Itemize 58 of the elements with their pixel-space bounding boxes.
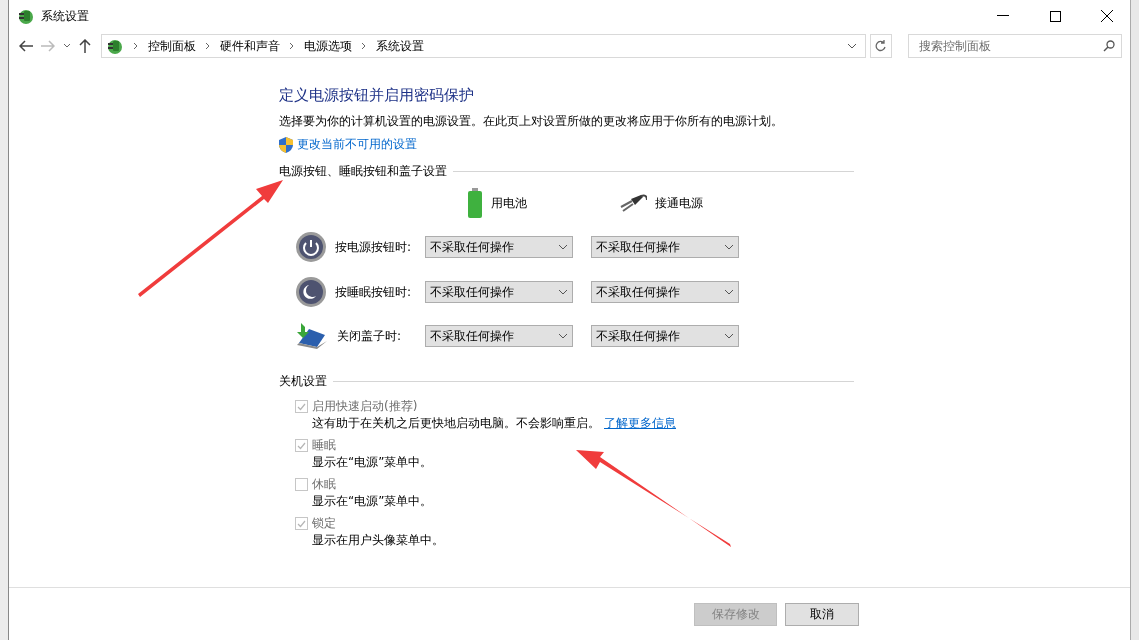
- dropdown-icon[interactable]: [847, 43, 857, 49]
- chevron-down-icon: [558, 244, 568, 250]
- maximize-icon: [1049, 10, 1061, 22]
- power-icon: [295, 231, 327, 263]
- page-description: 选择要为你的计算机设置的电源设置。在此页上对设置所做的更改将应用于你所有的电源计划。: [279, 113, 784, 130]
- breadcrumb-item[interactable]: 硬件和声音: [220, 37, 280, 55]
- option-description: 显示在“电源”菜单中。: [312, 493, 433, 510]
- column-header: 用电池: [491, 194, 527, 212]
- chevron-right-icon: [204, 42, 212, 50]
- chevron-right-icon: [132, 42, 140, 50]
- search-field[interactable]: 搜索控制面板: [908, 34, 1122, 58]
- chevron-down-icon: [724, 333, 734, 339]
- chevron-down-icon: [558, 289, 568, 295]
- chevron-down-icon: [724, 244, 734, 250]
- option-label: 睡眠: [312, 437, 336, 454]
- minimize-icon: [997, 15, 1009, 17]
- breadcrumb-item[interactable]: 电源选项: [304, 37, 352, 55]
- option-label: 启用快速启动(推荐): [312, 398, 418, 415]
- setting-label: 关闭盖子时:: [337, 327, 402, 345]
- option-description: 显示在“电源”菜单中。: [312, 454, 433, 471]
- up-button[interactable]: [77, 37, 93, 55]
- option-label: 锁定: [312, 515, 336, 532]
- window-title: 系统设置: [41, 7, 90, 25]
- breadcrumb-item[interactable]: 控制面板: [148, 37, 196, 55]
- option-label: 休眠: [312, 476, 336, 493]
- power-options-icon: [17, 7, 35, 25]
- action-dropdown[interactable]: 不采取任何操作: [591, 281, 739, 303]
- refresh-button[interactable]: [870, 34, 892, 58]
- control-panel-icon: [106, 37, 124, 55]
- address-bar[interactable]: 控制面板 硬件和声音 电源选项 系统设置: [101, 34, 866, 58]
- breadcrumb-item[interactable]: 系统设置: [376, 37, 424, 55]
- option-description: 显示在用户头像菜单中。: [312, 532, 444, 549]
- footer-button[interactable]: 取消: [785, 602, 859, 626]
- setting-label: 按电源按钮时:: [335, 238, 412, 256]
- chevron-right-icon: [360, 42, 368, 50]
- chevron-down-icon: [63, 43, 71, 49]
- back-button[interactable]: [17, 38, 35, 54]
- moon-icon: [295, 276, 327, 308]
- action-dropdown[interactable]: 不采取任何操作: [591, 236, 739, 258]
- column-header: 接通电源: [655, 194, 703, 212]
- action-dropdown[interactable]: 不采取任何操作: [425, 281, 573, 303]
- close-icon: [1101, 10, 1113, 22]
- battery-icon: [467, 188, 483, 218]
- section-title: 电源按钮、睡眠按钮和盖子设置: [279, 163, 447, 180]
- action-dropdown[interactable]: 不采取任何操作: [425, 325, 573, 347]
- action-dropdown[interactable]: 不采取任何操作: [425, 236, 573, 258]
- refresh-icon: [875, 40, 887, 52]
- action-dropdown[interactable]: 不采取任何操作: [591, 325, 739, 347]
- option-description: 这有助于在关机之后更快地启动电脑。不会影响重启。: [312, 415, 600, 432]
- search-icon: [1103, 40, 1115, 52]
- shield-icon: [279, 136, 293, 153]
- chevron-down-icon: [724, 289, 734, 295]
- chevron-right-icon: [288, 42, 296, 50]
- chevron-down-icon: [558, 333, 568, 339]
- page-heading: 定义电源按钮并启用密码保护: [279, 86, 475, 105]
- section-title: 关机设置: [279, 373, 327, 390]
- setting-label: 按睡眠按钮时:: [335, 283, 412, 301]
- change-settings-link[interactable]: 更改当前不可用的设置: [297, 136, 417, 153]
